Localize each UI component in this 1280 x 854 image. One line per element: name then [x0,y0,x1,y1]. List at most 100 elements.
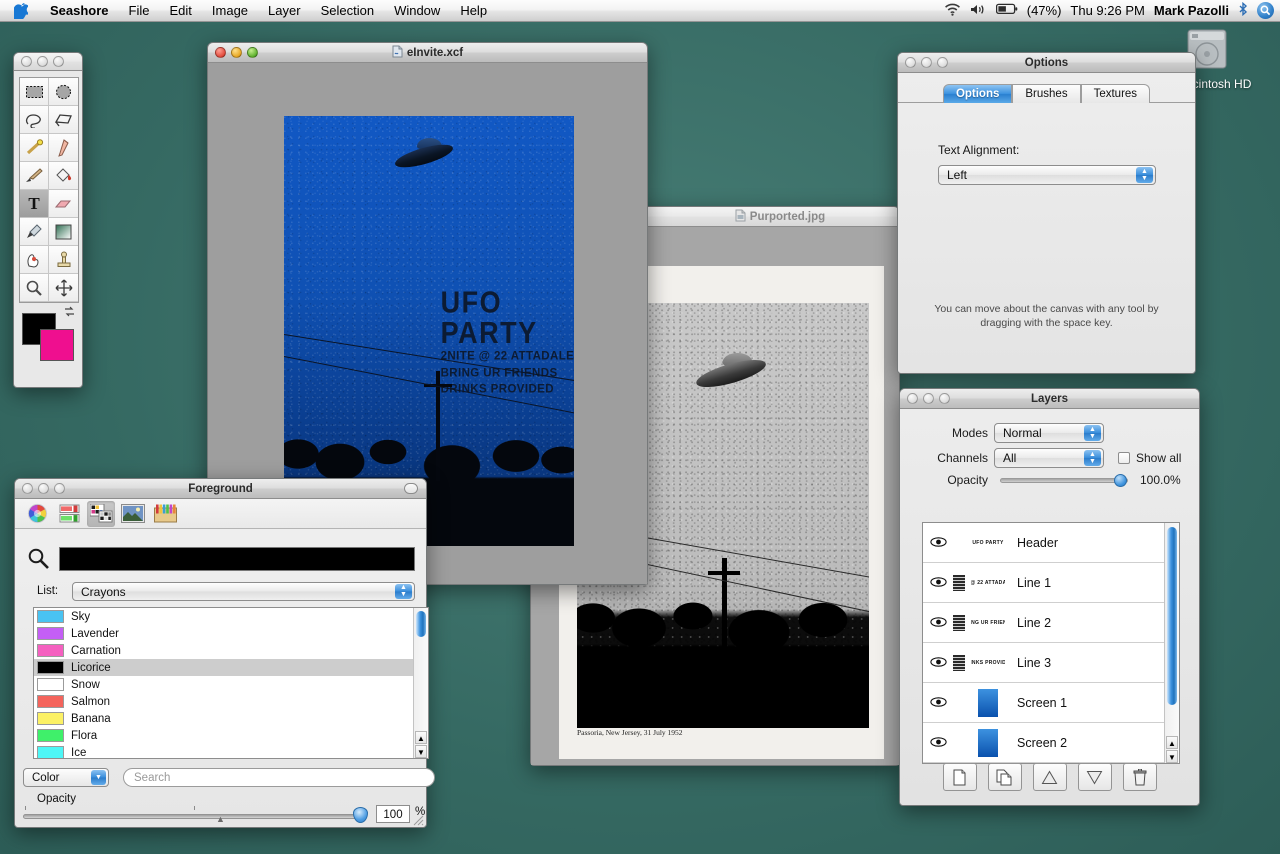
foreground-zoom-button[interactable] [54,483,65,494]
scroll-up-button[interactable]: ▲ [1166,736,1178,749]
color-palettes-tab[interactable] [87,501,115,527]
zoom-tool[interactable] [20,274,49,302]
visibility-eye-icon[interactable] [929,736,947,750]
crayons-tab[interactable] [151,501,179,527]
scrollbar-thumb[interactable] [1167,527,1177,705]
delete-layer-button[interactable] [1123,763,1157,791]
collapse-disclosure-button[interactable]: ▲ [15,814,426,824]
layer-list-scrollbar[interactable]: ▲ ▼ [1164,523,1179,763]
visibility-eye-icon[interactable] [929,576,947,590]
link-layer-icon[interactable] [953,735,965,751]
list-item[interactable]: Sky [34,608,428,625]
table-row[interactable]: DRINKS PROVIDED Line 3 [923,643,1179,683]
foreground-minimize-button[interactable] [38,483,49,494]
menu-help[interactable]: Help [450,2,497,19]
duplicate-layer-button[interactable] [988,763,1022,791]
list-item[interactable]: Ice [34,744,428,759]
text-alignment-select[interactable]: Left ▲▼ [938,165,1156,185]
menubar-user[interactable]: Mark Pazolli [1154,3,1229,18]
menu-image[interactable]: Image [202,2,258,19]
toolbox-minimize-button[interactable] [37,56,48,67]
gradient-tool[interactable] [49,218,78,246]
text-tool[interactable]: T [20,190,49,218]
scrollbar-thumb[interactable] [416,611,426,637]
menu-selection[interactable]: Selection [311,2,384,19]
color-mode-button[interactable]: Color ▼ [23,768,109,787]
foreground-close-button[interactable] [22,483,33,494]
menu-layer[interactable]: Layer [258,2,311,19]
list-item[interactable]: Banana [34,710,428,727]
toolbar-toggle-button[interactable] [404,483,418,494]
modes-select[interactable]: Normal ▲▼ [994,423,1104,443]
layers-close-button[interactable] [907,393,918,404]
eyedropper-tool[interactable] [20,218,49,246]
einvite-zoom-button[interactable] [247,47,258,58]
table-row[interactable]: UFO PARTY Header [923,523,1179,563]
raise-layer-button[interactable] [1033,763,1067,791]
visibility-eye-icon[interactable] [929,616,947,630]
swap-colors-icon[interactable] [63,305,76,321]
toolbox-close-button[interactable] [21,56,32,67]
toolbox-zoom-button[interactable] [53,56,64,67]
search-input[interactable]: Search [123,768,435,787]
lower-layer-button[interactable] [1078,763,1112,791]
visibility-eye-icon[interactable] [929,656,947,670]
apple-logo-icon[interactable] [0,3,40,19]
link-layer-icon[interactable] [953,695,965,711]
scroll-down-button[interactable]: ▼ [415,745,427,758]
opacity-slider[interactable] [1000,478,1128,483]
foreground-titlebar[interactable]: Foreground [15,479,426,499]
einvite-minimize-button[interactable] [231,47,242,58]
options-close-button[interactable] [905,57,916,68]
layers-minimize-button[interactable] [923,393,934,404]
visibility-eye-icon[interactable] [929,696,947,710]
lasso-tool[interactable] [20,106,49,134]
tab-options[interactable]: Options [943,84,1012,103]
visibility-eye-icon[interactable] [929,536,947,550]
tab-brushes[interactable]: Brushes [1012,84,1080,103]
paintbrush-tool[interactable] [20,162,49,190]
volume-icon[interactable] [970,3,987,19]
show-all-checkbox[interactable] [1118,452,1130,464]
move-tool[interactable] [49,274,78,302]
layers-titlebar[interactable]: Layers [900,389,1199,409]
crayon-list-scrollbar[interactable]: ▲ ▼ [413,608,428,758]
table-row[interactable]: Screen 2 [923,723,1179,763]
options-minimize-button[interactable] [921,57,932,68]
menu-seashore[interactable]: Seashore [40,2,119,19]
scroll-down-button[interactable]: ▼ [1166,750,1178,763]
einvite-titlebar[interactable]: eInvite.xcf [208,43,647,63]
tab-textures[interactable]: Textures [1081,84,1150,103]
opacity-slider-knob[interactable] [1114,474,1127,487]
eraser-tool[interactable] [49,190,78,218]
link-layer-icon[interactable] [953,655,965,671]
selected-color-preview[interactable] [59,547,415,571]
rectangle-select-tool[interactable] [20,78,49,106]
list-item-selected[interactable]: Licorice [34,659,428,676]
table-row[interactable]: 2NITE @ 22 ATTADALE RD Line 1 [923,563,1179,603]
table-row[interactable]: BRING UR FRIENDS Line 2 [923,603,1179,643]
options-zoom-button[interactable] [937,57,948,68]
list-item[interactable]: Lavender [34,625,428,642]
list-item[interactable]: Flora [34,727,428,744]
polygon-lasso-tool[interactable] [49,106,78,134]
menu-file[interactable]: File [119,2,160,19]
image-palette-tab[interactable] [119,501,147,527]
palette-list-select[interactable]: Crayons ▲▼ [72,582,415,601]
bluetooth-icon[interactable] [1238,2,1248,19]
bucket-fill-tool[interactable] [49,162,78,190]
list-item[interactable]: Carnation [34,642,428,659]
options-titlebar[interactable]: Options [898,53,1195,73]
list-item[interactable]: Salmon [34,693,428,710]
color-sliders-tab[interactable] [55,501,83,527]
link-layer-icon[interactable] [953,535,965,551]
ellipse-select-tool[interactable] [49,78,78,106]
wifi-icon[interactable] [944,3,961,19]
menubar-clock[interactable]: Thu 9:26 PM [1070,3,1144,18]
color-wheel-tab[interactable] [23,501,51,527]
link-layer-icon[interactable] [953,575,965,591]
table-row[interactable]: Screen 1 [923,683,1179,723]
layer-list[interactable]: UFO PARTY Header 2NITE @ 22 ATTADALE RD … [922,522,1180,764]
channels-select[interactable]: All ▲▼ [994,448,1104,468]
battery-icon[interactable] [996,3,1018,18]
